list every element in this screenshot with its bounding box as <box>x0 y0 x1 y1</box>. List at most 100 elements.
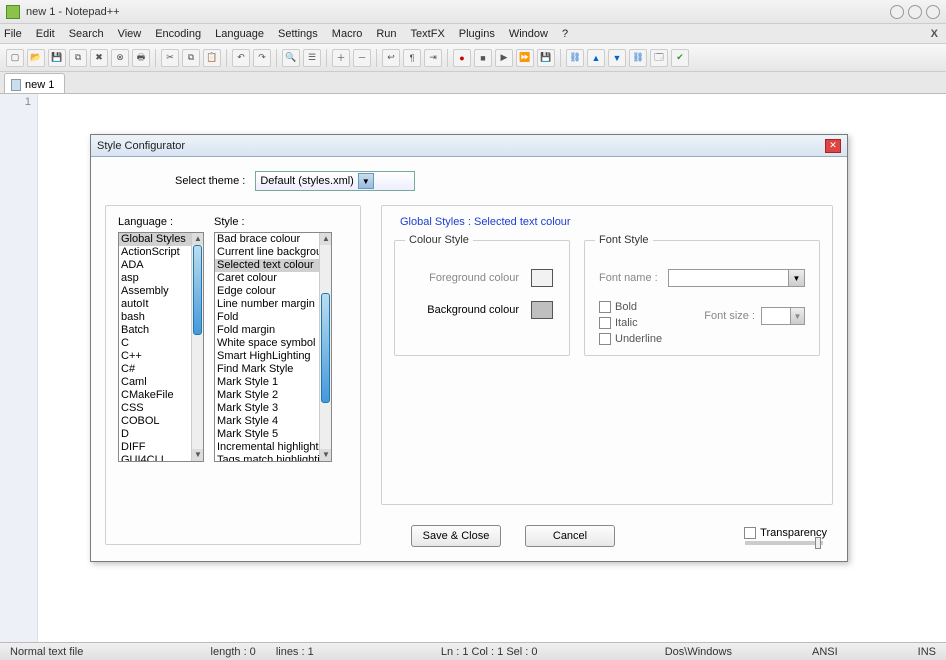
menu-textfx[interactable]: TextFX <box>411 28 445 40</box>
underline-checkbox[interactable]: Underline <box>599 333 662 345</box>
language-item[interactable]: ActionScript <box>119 246 191 259</box>
menu-encoding[interactable]: Encoding <box>155 28 201 40</box>
closeall-icon[interactable]: ⊗ <box>111 49 129 67</box>
style-item[interactable]: Tags match highlighting <box>215 454 319 462</box>
new-icon[interactable]: ▢ <box>6 49 24 67</box>
language-item[interactable]: C <box>119 337 191 350</box>
dropdown-arrow-icon[interactable]: ▼ <box>358 173 374 189</box>
menu-settings[interactable]: Settings <box>278 28 318 40</box>
tool2-icon[interactable]: ▲ <box>587 49 605 67</box>
style-item[interactable]: White space symbol <box>215 337 319 350</box>
style-item[interactable]: Mark Style 4 <box>215 415 319 428</box>
spell-icon[interactable]: ✔ <box>671 49 689 67</box>
menu-edit[interactable]: Edit <box>36 28 55 40</box>
fontname-combo[interactable]: ▼ <box>668 269 805 287</box>
menu-plugins[interactable]: Plugins <box>459 28 495 40</box>
style-item[interactable]: Current line background <box>215 246 319 259</box>
style-listbox[interactable]: Bad brace colourCurrent line backgroundS… <box>214 232 332 462</box>
menu-run[interactable]: Run <box>376 28 396 40</box>
dialog-close-button[interactable]: ✕ <box>825 139 841 153</box>
dropdown-arrow-icon[interactable]: ▼ <box>790 308 804 324</box>
save-icon[interactable]: 💾 <box>48 49 66 67</box>
menu-macro[interactable]: Macro <box>332 28 363 40</box>
tool5-icon[interactable]: 🗔 <box>650 49 668 67</box>
scroll-thumb[interactable] <box>321 293 330 403</box>
play-icon[interactable]: ▶ <box>495 49 513 67</box>
style-item[interactable]: Selected text colour <box>215 259 319 272</box>
replace-icon[interactable]: ☰ <box>303 49 321 67</box>
copy-icon[interactable]: ⧉ <box>182 49 200 67</box>
saveall-icon[interactable]: ⧉ <box>69 49 87 67</box>
language-item[interactable]: Caml <box>119 376 191 389</box>
transparency-checkbox[interactable] <box>744 527 756 539</box>
style-item[interactable]: Bad brace colour <box>215 233 319 246</box>
maximize-button[interactable] <box>908 5 922 19</box>
language-item[interactable]: autoIt <box>119 298 191 311</box>
style-item[interactable]: Mark Style 2 <box>215 389 319 402</box>
language-item[interactable]: Assembly <box>119 285 191 298</box>
transparency-slider[interactable] <box>745 541 823 545</box>
style-item[interactable]: Incremental highlighting <box>215 441 319 454</box>
zoomin-icon[interactable]: ＋ <box>332 49 350 67</box>
language-item[interactable]: D <box>119 428 191 441</box>
slider-knob[interactable] <box>815 537 821 549</box>
foreground-swatch[interactable] <box>531 269 553 287</box>
dropdown-arrow-icon[interactable]: ▼ <box>788 270 804 286</box>
style-item[interactable]: Edge colour <box>215 285 319 298</box>
close-button[interactable] <box>926 5 940 19</box>
tool3-icon[interactable]: ▼ <box>608 49 626 67</box>
tool4-icon[interactable]: ⛓ <box>629 49 647 67</box>
cut-icon[interactable]: ✂ <box>161 49 179 67</box>
paste-icon[interactable]: 📋 <box>203 49 221 67</box>
scroll-up-icon[interactable]: ▲ <box>320 233 332 245</box>
find-icon[interactable]: 🔍 <box>282 49 300 67</box>
style-item[interactable]: Mark Style 5 <box>215 428 319 441</box>
background-swatch[interactable] <box>531 301 553 319</box>
indent-icon[interactable]: ⇥ <box>424 49 442 67</box>
menu-file[interactable]: File <box>4 28 22 40</box>
language-item[interactable]: asp <box>119 272 191 285</box>
save-close-button[interactable]: Save & Close <box>411 525 501 547</box>
print-icon[interactable]: 🖶 <box>132 49 150 67</box>
language-item[interactable]: C# <box>119 363 191 376</box>
style-item[interactable]: Fold margin <box>215 324 319 337</box>
tool1-icon[interactable]: ⛓ <box>566 49 584 67</box>
language-item[interactable]: DIFF <box>119 441 191 454</box>
language-item[interactable]: ADA <box>119 259 191 272</box>
style-item[interactable]: Mark Style 3 <box>215 402 319 415</box>
scrollbar[interactable]: ▲ ▼ <box>191 233 203 461</box>
style-item[interactable]: Fold <box>215 311 319 324</box>
minimize-button[interactable] <box>890 5 904 19</box>
scroll-up-icon[interactable]: ▲ <box>192 233 204 245</box>
tab-new1[interactable]: new 1 <box>4 73 65 93</box>
italic-checkbox[interactable]: Italic <box>599 317 662 329</box>
undo-icon[interactable]: ↶ <box>232 49 250 67</box>
open-icon[interactable]: 📂 <box>27 49 45 67</box>
language-item[interactable]: bash <box>119 311 191 324</box>
menu-search[interactable]: Search <box>69 28 104 40</box>
playmulti-icon[interactable]: ⏩ <box>516 49 534 67</box>
cancel-button[interactable]: Cancel <box>525 525 615 547</box>
dialog-titlebar[interactable]: Style Configurator ✕ <box>91 135 847 157</box>
language-item[interactable]: CMakeFile <box>119 389 191 402</box>
style-item[interactable]: Caret colour <box>215 272 319 285</box>
savemacro-icon[interactable]: 💾 <box>537 49 555 67</box>
menu-view[interactable]: View <box>118 28 142 40</box>
close-icon[interactable]: ✖ <box>90 49 108 67</box>
record-icon[interactable]: ● <box>453 49 471 67</box>
allchars-icon[interactable]: ¶ <box>403 49 421 67</box>
scroll-down-icon[interactable]: ▼ <box>192 449 204 461</box>
wrap-icon[interactable]: ↩ <box>382 49 400 67</box>
language-item[interactable]: GUI4CLI <box>119 454 191 462</box>
menu-window[interactable]: Window <box>509 28 548 40</box>
scroll-down-icon[interactable]: ▼ <box>320 449 332 461</box>
redo-icon[interactable]: ↷ <box>253 49 271 67</box>
language-item[interactable]: C++ <box>119 350 191 363</box>
style-item[interactable]: Find Mark Style <box>215 363 319 376</box>
style-item[interactable]: Mark Style 1 <box>215 376 319 389</box>
style-item[interactable]: Smart HighLighting <box>215 350 319 363</box>
theme-combo[interactable]: Default (styles.xml) ▼ <box>255 171 415 191</box>
language-item[interactable]: Batch <box>119 324 191 337</box>
menu-help[interactable]: ? <box>562 28 568 40</box>
language-item[interactable]: COBOL <box>119 415 191 428</box>
